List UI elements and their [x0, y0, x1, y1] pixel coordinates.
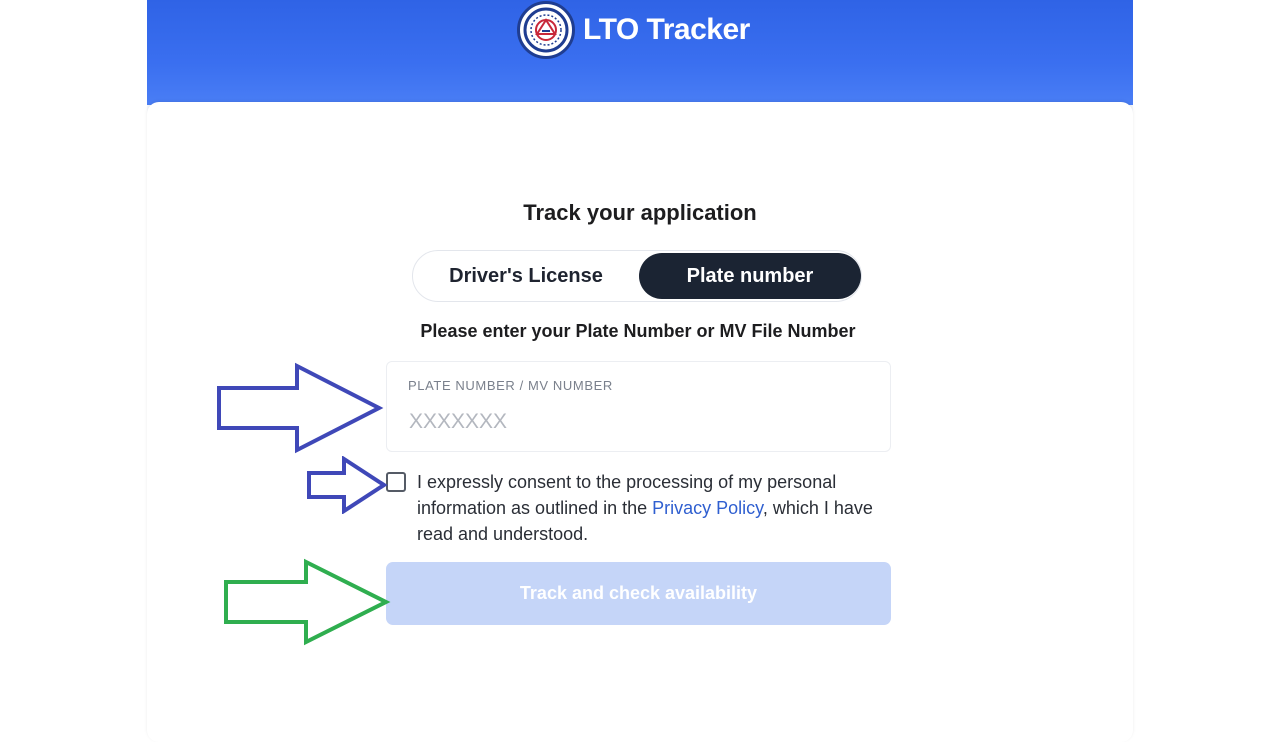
header-banner: LTO Tracker	[147, 0, 1133, 105]
tab-plate-number[interactable]: Plate number	[639, 253, 861, 299]
tracking-type-toggle: Driver's License Plate number	[412, 250, 862, 302]
privacy-policy-link[interactable]: Privacy Policy	[652, 498, 763, 518]
track-button[interactable]: Track and check availability	[386, 562, 891, 625]
consent-checkbox[interactable]	[386, 472, 406, 492]
instruction-text: Please enter your Plate Number or MV Fil…	[420, 321, 856, 341]
page-title: Track your application	[523, 200, 757, 225]
green-arrow-button-icon	[224, 558, 391, 646]
plate-number-input[interactable]	[407, 406, 871, 438]
plate-number-field[interactable]: PLATE NUMBER / MV NUMBER	[386, 361, 891, 452]
lto-seal-icon	[517, 1, 575, 59]
consent-text: I expressly consent to the processing of…	[417, 469, 887, 547]
tab-drivers-license[interactable]: Driver's License	[415, 253, 637, 299]
brand-name: LTO Tracker	[583, 13, 750, 46]
brand: LTO Tracker	[517, 0, 750, 60]
blue-arrow-checkbox-icon	[307, 456, 388, 514]
plate-number-label: PLATE NUMBER / MV NUMBER	[408, 378, 613, 393]
blue-arrow-field-icon	[217, 362, 384, 454]
